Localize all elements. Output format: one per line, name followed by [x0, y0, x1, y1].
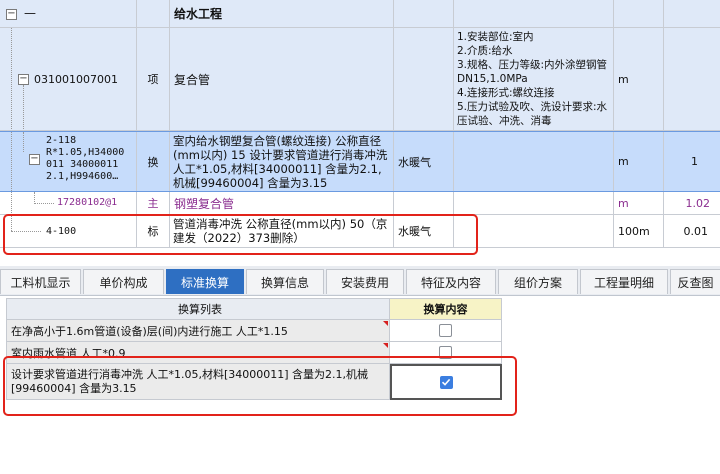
tab-reverse-lookup[interactable]: 反查图 — [670, 269, 720, 294]
col-list-label: 换算列表 — [178, 303, 222, 316]
section-dash: — — [24, 6, 36, 20]
flush-qty-cell: 0.01 — [664, 215, 720, 247]
note-marker-icon — [383, 321, 388, 326]
tab-label: 安装费用 — [340, 275, 389, 290]
main-code: 17280102@1 — [57, 197, 118, 208]
list-name-cell: 复合管 — [170, 28, 394, 130]
main-name: 钢塑复合管 — [174, 196, 235, 211]
conversion-row[interactable]: 在净高小于1.6m管道(设备)层(间)内进行施工 人工*1.15 — [6, 320, 502, 342]
collapse-icon[interactable]: − — [6, 9, 17, 20]
sub-code-cell: − 2-118 R*1.05,H34000 011 34000011 2.1,H… — [0, 132, 137, 191]
conversion-table-header: 换算列表 换算内容 — [6, 298, 502, 320]
grid-row-list-item[interactable]: − 031001007001 项 复合管 1.安装部位:室内 2.介质:给水 3… — [0, 28, 720, 131]
app-window: − — 给水工程 − 031001007001 项 复合管 1.安装部位:室内 … — [0, 0, 720, 474]
tab-labor-material-machine[interactable]: 工料机显示 — [0, 269, 81, 294]
main-name-cell: 钢塑复合管 — [170, 192, 394, 214]
grid-row-section-header[interactable]: − — 给水工程 — [0, 0, 720, 28]
conversion-row-text-cell: 在净高小于1.6m管道(设备)层(间)内进行施工 人工*1.15 — [6, 320, 390, 342]
conversion-checkbox[interactable] — [439, 324, 452, 337]
list-cat-cell: 项 — [137, 28, 170, 130]
tab-label: 组价方案 — [513, 275, 562, 290]
sub-name-cell: 室内给水钢塑复合管(螺纹连接) 公称直径(mm以内) 15 设计要求管道进行消毒… — [170, 132, 394, 191]
grid-row-sub-item[interactable]: − 2-118 R*1.05,H34000 011 34000011 2.1,H… — [0, 131, 720, 192]
tab-label: 单价构成 — [99, 275, 148, 290]
conversion-row-text: 在净高小于1.6m管道(设备)层(间)内进行施工 人工*1.15 — [11, 324, 288, 338]
sub-unit-cell: m — [614, 132, 664, 191]
tree-line — [11, 192, 12, 214]
main-cat-cell: 主 — [137, 192, 170, 214]
list-unit: m — [618, 72, 629, 86]
sub-category: 换 — [147, 155, 159, 169]
list-qty-cell — [664, 28, 720, 130]
main-qty-cell: 1.02 — [664, 192, 720, 214]
sub-spec: 水暖气 — [398, 155, 431, 169]
section-title-cell: 给水工程 — [170, 0, 394, 27]
tree-line — [23, 132, 24, 152]
section-unit-cell — [614, 0, 664, 27]
list-code-cell: − 031001007001 — [0, 28, 137, 130]
main-unit-cell: m — [614, 192, 664, 214]
section-cat-cell — [137, 0, 170, 27]
tree-line — [23, 85, 24, 130]
tab-installation-fee[interactable]: 安装费用 — [326, 269, 404, 294]
tree-line — [11, 132, 12, 191]
tab-label: 标准换算 — [180, 275, 229, 290]
col-content-label: 换算内容 — [423, 303, 468, 316]
tree-line — [11, 28, 12, 130]
tab-pricing-plan[interactable]: 组价方案 — [498, 269, 578, 294]
flush-unit-cell: 100m — [614, 215, 664, 247]
section-code-cell: − — — [0, 0, 137, 27]
list-features: 1.安装部位:室内 2.介质:给水 3.规格、压力等级:内外涂塑钢管DN15,1… — [457, 31, 608, 127]
list-features-cell: 1.安装部位:室内 2.介质:给水 3.规格、压力等级:内外涂塑钢管DN15,1… — [454, 28, 614, 130]
list-unit-cell: m — [614, 28, 664, 130]
sub-code: 2-118 R*1.05,H34000 011 34000011 2.1,H99… — [46, 135, 125, 182]
sub-cat-cell: 换 — [137, 132, 170, 191]
list-spec-cell — [394, 28, 454, 130]
flush-features-cell — [454, 215, 614, 247]
tab-label: 反查图 — [677, 275, 714, 290]
main-spec-cell — [394, 192, 454, 214]
sub-qty: 1 — [691, 155, 698, 168]
tab-label: 工程量明细 — [593, 275, 654, 290]
sub-spec-cell: 水暖气 — [394, 132, 454, 191]
collapse-icon[interactable]: − — [18, 74, 29, 85]
list-name: 复合管 — [174, 72, 211, 87]
flush-unit: 100m — [618, 224, 650, 238]
main-code-cell: 17280102@1 — [0, 192, 137, 214]
tab-label: 工料机显示 — [10, 275, 71, 290]
main-category: 主 — [147, 197, 159, 210]
collapse-icon[interactable]: − — [29, 154, 40, 165]
col-header-conversion-list: 换算列表 — [6, 298, 390, 320]
tab-quantity-details[interactable]: 工程量明细 — [580, 269, 668, 294]
section-title: 给水工程 — [174, 7, 223, 21]
annotation-box-bottom — [3, 356, 517, 416]
section-qty-cell — [664, 0, 720, 27]
list-category: 项 — [147, 73, 159, 86]
sub-qty-cell: 1 — [664, 132, 720, 191]
sub-unit: m — [618, 155, 629, 168]
main-unit: m — [618, 196, 629, 210]
main-qty: 1.02 — [685, 196, 711, 210]
tab-features-content[interactable]: 特征及内容 — [406, 269, 496, 294]
tab-conversion-info[interactable]: 换算信息 — [246, 269, 324, 294]
sub-name: 室内给水钢塑复合管(螺纹连接) 公称直径(mm以内) 15 设计要求管道进行消毒… — [173, 134, 388, 190]
grid-row-main-material[interactable]: 17280102@1 主 钢塑复合管 m 1.02 — [0, 192, 720, 215]
bottom-tab-bar: 工料机显示 单价构成 标准换算 换算信息 安装费用 特征及内容 组价方案 工程量… — [0, 266, 720, 296]
main-features-cell — [454, 192, 614, 214]
tab-label: 特征及内容 — [420, 275, 481, 290]
flush-qty: 0.01 — [683, 224, 709, 238]
tab-standard-conversion[interactable]: 标准换算 — [166, 269, 244, 294]
annotation-box-top — [3, 214, 478, 255]
tab-label: 换算信息 — [260, 275, 309, 290]
col-header-conversion-content: 换算内容 — [390, 298, 502, 320]
note-marker-icon — [383, 343, 388, 348]
tab-unit-price[interactable]: 单价构成 — [83, 269, 164, 294]
tree-line — [34, 203, 54, 204]
section-spec-cell — [394, 0, 454, 27]
conversion-row-check-cell — [390, 320, 502, 342]
list-code: 031001007001 — [34, 73, 118, 86]
sub-features-cell — [454, 132, 614, 191]
section-feat-cell — [454, 0, 614, 27]
